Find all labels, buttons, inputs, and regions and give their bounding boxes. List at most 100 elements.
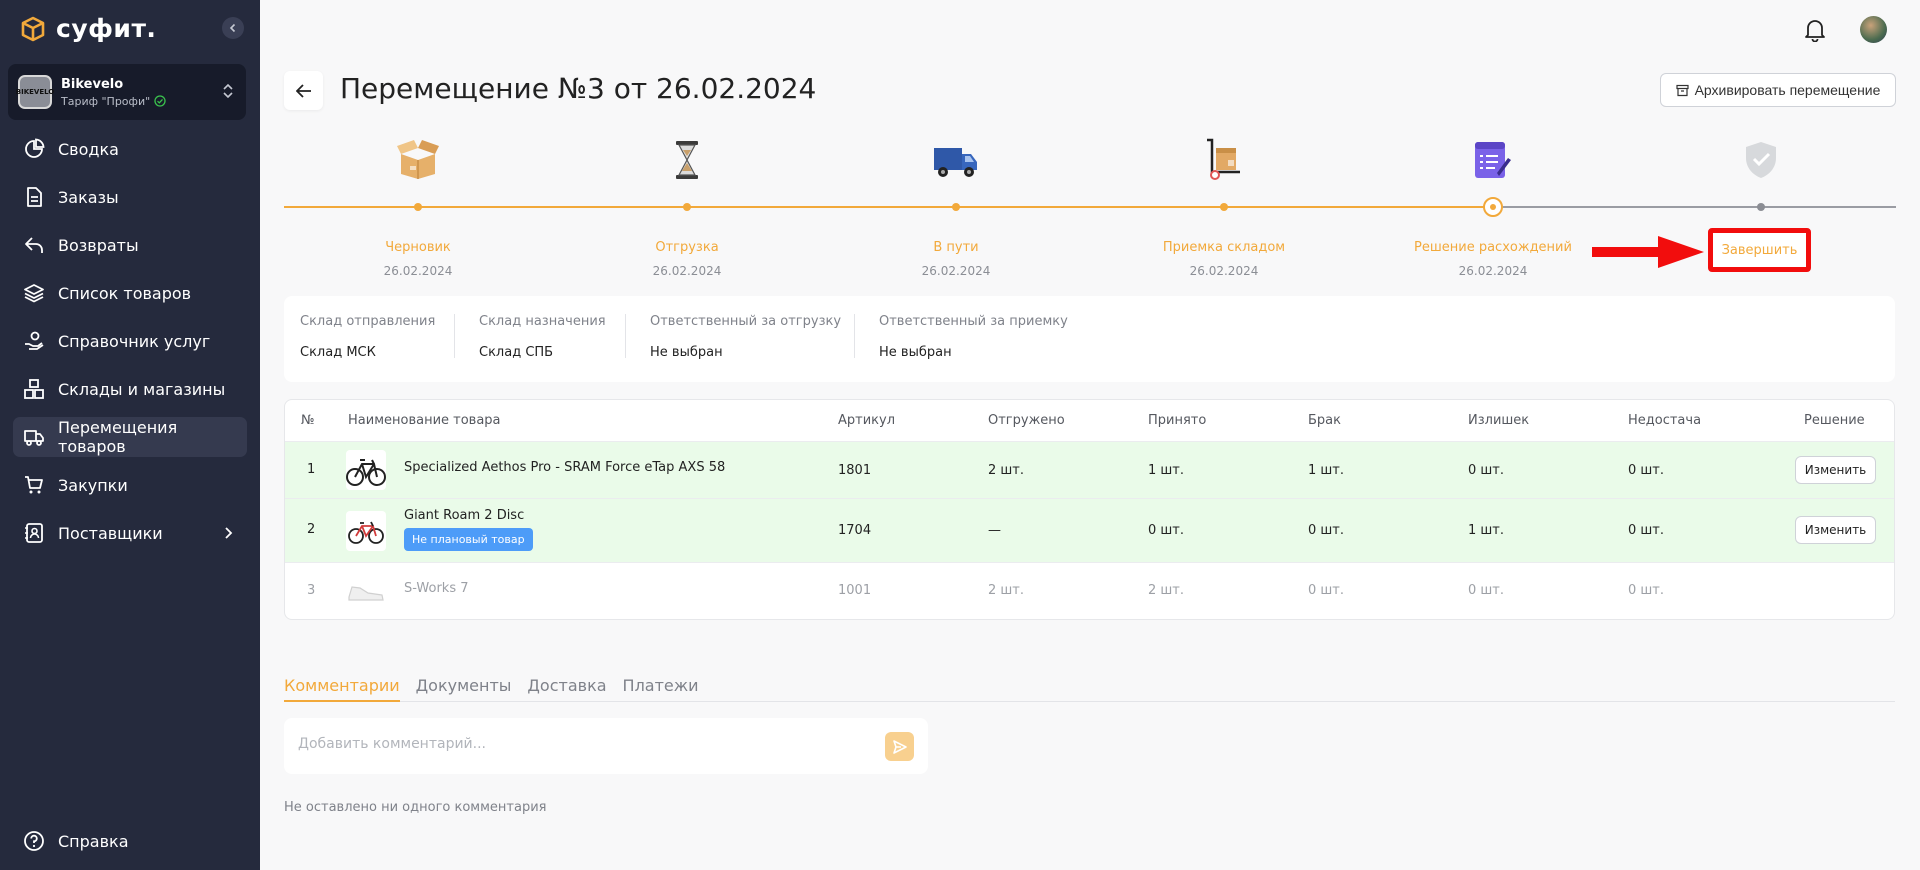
sidebar-item-label: Закупки — [58, 475, 128, 495]
collapse-sidebar-button[interactable] — [222, 17, 244, 39]
archive-icon — [1675, 84, 1689, 96]
sidebar-item-label: Перемещения товаров — [58, 418, 178, 456]
notifications-button[interactable] — [1804, 18, 1826, 46]
sidebar-item-label: Склады и магазины — [58, 379, 226, 399]
hand-service-icon — [25, 331, 44, 350]
bell-icon — [1805, 20, 1825, 43]
empty-comments-text: Не оставлено ни одного комментария — [284, 800, 547, 815]
step-label: Приемка складом — [1162, 240, 1286, 255]
contacts-icon — [25, 523, 43, 543]
sidebar-item-label: Список товаров — [58, 283, 192, 303]
info-shipment-responsible: Ответственный за отгрузку Не выбран — [650, 314, 841, 360]
send-comment-button[interactable] — [885, 732, 914, 761]
transfer-info-card: Склад отправления Склад МСК Склад назнач… — [284, 296, 1895, 382]
sidebar-item-label: Поставщики — [58, 523, 163, 543]
info-value: Не выбран — [650, 345, 723, 360]
step-in-transit: В пути 26.02.2024 — [856, 120, 1056, 278]
step-draft: Черновик 26.02.2024 — [318, 120, 518, 278]
sidebar-item-label: Заказы — [58, 187, 119, 207]
tab-comments[interactable]: Комментарии — [284, 676, 400, 702]
account-switcher[interactable]: BIKEVELO Bikevelo Тариф "Профи" — [8, 64, 246, 120]
sidebar-item-suppliers[interactable]: Поставщики — [13, 513, 247, 553]
edit-decision-button[interactable]: Изменить — [1795, 516, 1876, 544]
info-divider — [625, 314, 626, 358]
unplanned-item-badge: Не плановый товар — [404, 528, 533, 551]
product-name[interactable]: Giant Roam 2 Disc — [404, 508, 533, 523]
qty-surplus: 0 шт. — [1468, 583, 1505, 598]
sidebar-nav: Сводка Заказы Возвраты Список товаров Сп… — [13, 129, 247, 561]
shoe-icon — [348, 586, 384, 601]
sidebar-item-summary[interactable]: Сводка — [13, 129, 247, 169]
arrow-left-icon — [295, 83, 311, 98]
info-label: Склад назначения — [479, 314, 606, 329]
boxes-icon — [24, 379, 44, 399]
tab-delivery[interactable]: Доставка — [527, 676, 606, 702]
sidebar-item-products[interactable]: Список товаров — [13, 273, 247, 313]
sidebar-item-transfers[interactable]: Перемещения товаров — [13, 417, 247, 457]
details-tabs: Комментарии Документы Доставка Платежи — [284, 676, 1895, 702]
qty-defect: 1 шт. — [1308, 463, 1345, 478]
sidebar-item-label: Справочник услуг — [58, 331, 211, 351]
step-date: 26.02.2024 — [921, 264, 991, 278]
qty-received: 1 шт. — [1148, 463, 1185, 478]
column-header-sku: Артикул — [838, 413, 896, 428]
sidebar-item-returns[interactable]: Возвраты — [13, 225, 247, 265]
column-header-received: Принято — [1148, 413, 1207, 428]
logo[interactable]: суфит. — [20, 14, 156, 43]
qty-received: 0 шт. — [1148, 523, 1185, 538]
column-header-name: Наименование товара — [348, 413, 501, 428]
step-label: Решение расхождений — [1414, 240, 1572, 255]
qty-shortage: 0 шт. — [1628, 583, 1665, 598]
qty-shortage: 0 шт. — [1628, 463, 1665, 478]
back-button[interactable] — [284, 71, 323, 110]
product-name[interactable]: Specialized Aethos Pro - SRAM Force eTap… — [404, 460, 725, 475]
comment-input[interactable] — [298, 736, 858, 752]
row-number: 2 — [307, 522, 316, 537]
info-label: Склад отправления — [300, 314, 436, 329]
logo-text: суфит. — [56, 14, 157, 43]
archive-transfer-button[interactable]: Архивировать перемещение — [1660, 73, 1896, 107]
qty-defect: 0 шт. — [1308, 583, 1345, 598]
archive-transfer-label: Архивировать перемещение — [1694, 82, 1881, 98]
hourglass-icon — [676, 141, 698, 179]
sidebar-item-orders[interactable]: Заказы — [13, 177, 247, 217]
product-name[interactable]: S-Works 7 — [404, 581, 469, 596]
sidebar-item-purchases[interactable]: Закупки — [13, 465, 247, 505]
tab-documents[interactable]: Документы — [416, 676, 512, 702]
info-divider — [454, 314, 455, 358]
column-header-decision: Решение — [1804, 413, 1865, 428]
checklist-icon — [1475, 142, 1511, 178]
road-bike-icon — [346, 459, 386, 486]
column-header-surplus: Излишек — [1468, 413, 1530, 428]
qty-shortage: 0 шт. — [1628, 523, 1665, 538]
step-date: 26.02.2024 — [1458, 264, 1528, 278]
product-thumbnail — [346, 450, 386, 490]
help-label: Справка — [58, 831, 129, 851]
account-avatar-text: BIKEVELO — [15, 88, 55, 96]
user-avatar[interactable] — [1860, 16, 1887, 43]
finish-transfer-button[interactable]: Завершить — [1722, 243, 1798, 258]
step-label: Черновик — [385, 240, 451, 255]
info-value: Склад МСК — [300, 345, 376, 360]
info-label: Ответственный за отгрузку — [650, 314, 842, 329]
return-arrow-icon — [25, 237, 43, 253]
column-header-shortage: Недостача — [1628, 413, 1702, 428]
step-dot-current — [1483, 197, 1503, 217]
tab-payments[interactable]: Платежи — [623, 676, 699, 702]
send-icon — [892, 739, 907, 754]
progress-track-remaining — [1494, 206, 1896, 208]
edit-decision-button[interactable]: Изменить — [1795, 456, 1876, 484]
account-name: Bikevelo — [61, 76, 124, 92]
comment-composer — [284, 718, 928, 774]
qty-surplus: 1 шт. — [1468, 523, 1505, 538]
help-link[interactable]: Справка — [23, 830, 129, 852]
qty-defect: 0 шт. — [1308, 523, 1345, 538]
sidebar-item-services[interactable]: Справочник услуг — [13, 321, 247, 361]
column-header-number: № — [301, 413, 315, 428]
step-complete — [1661, 120, 1861, 211]
sidebar-item-warehouses[interactable]: Склады и магазины — [13, 369, 247, 409]
table-row: 3 S-Works 7 1001 2 шт. 2 шт. 0 шт. 0 шт.… — [285, 563, 1894, 619]
open-box-icon — [397, 140, 439, 179]
cube-logo-icon — [21, 16, 45, 41]
shield-check-icon — [1746, 142, 1776, 178]
